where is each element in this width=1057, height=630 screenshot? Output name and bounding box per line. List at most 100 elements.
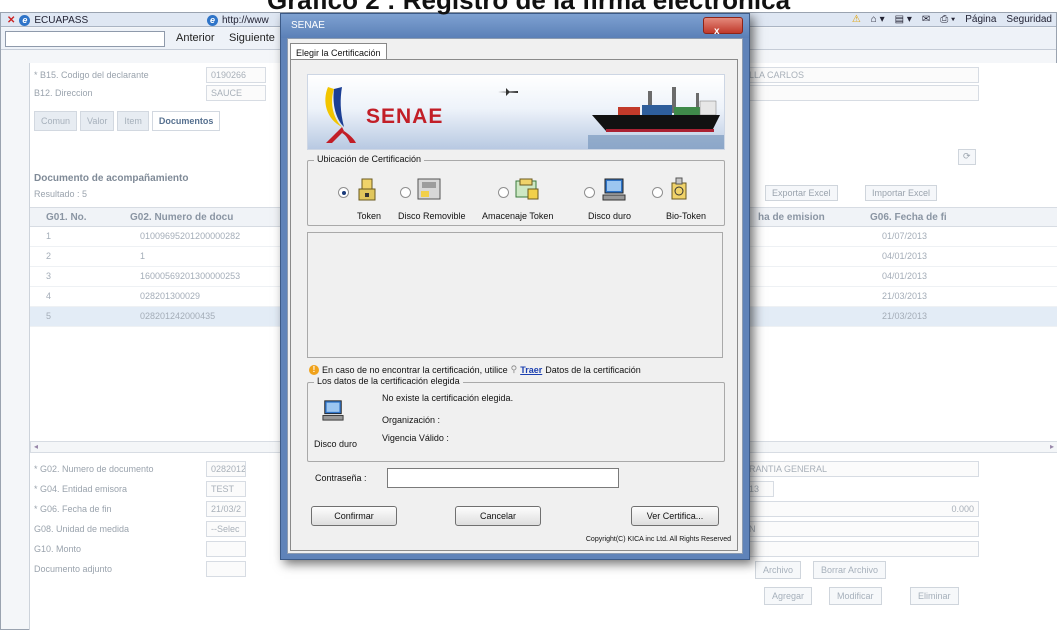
tab-valor[interactable]: Valor	[80, 111, 115, 131]
warning-prefix: En caso de no encontrar la certificación…	[322, 364, 508, 375]
cell-date: 04/01/2013	[882, 251, 928, 261]
option-amacenaje-token[interactable]: Amacenaje Token	[482, 177, 578, 227]
radio-bio-token[interactable]	[652, 187, 663, 198]
declarante-field[interactable]: 0190266	[206, 67, 266, 83]
radio-disco-duro[interactable]	[584, 187, 595, 198]
senae-dialog: SENAE x Elegir la Certificación SENAE Ub…	[280, 13, 750, 560]
agregar-button[interactable]: Agregar	[764, 587, 813, 605]
datos-legend: Los datos de la certificación elegida	[314, 376, 463, 386]
screenshot-root: Gráfico 2 : Registro de la firma electró…	[0, 0, 1057, 630]
computer-icon	[322, 400, 344, 421]
cell-date: 01/07/2013	[882, 231, 928, 241]
cell-doc: 028201300029	[140, 291, 201, 301]
browser-tab-ecuapass-label: ECUAPASS	[34, 14, 89, 26]
scroll-left-icon[interactable]: ◂	[34, 442, 38, 451]
radio-token[interactable]	[338, 187, 349, 198]
figure-caption: Gráfico 2 : Registro de la firma electró…	[0, 0, 1057, 15]
ie-logo-icon: e	[19, 14, 31, 26]
cell-no: 3	[46, 271, 52, 281]
bio-token-icon	[671, 177, 687, 200]
detail-label: G10. Monto	[34, 544, 82, 554]
find-previous-button[interactable]: Anterior	[176, 32, 215, 44]
import-excel-button[interactable]: Importar Excel	[865, 185, 938, 201]
detail-field[interactable]: 0282012	[206, 461, 246, 477]
ubicacion-legend: Ubicación de Certificación	[314, 154, 425, 164]
copyright-text: Copyright(C) KICA inc Ltd. All Rights Re…	[585, 536, 731, 543]
cell-no: 4	[46, 291, 52, 301]
removable-disk-icon	[417, 178, 441, 200]
detail-field-right[interactable]: RANTIA GENERAL	[744, 461, 979, 477]
senae-logo-icon	[325, 87, 356, 143]
cell-date: 21/03/2013	[882, 311, 928, 321]
borrar-archivo-button[interactable]: Borrar Archivo	[813, 561, 887, 579]
tab-item[interactable]: Item	[117, 111, 149, 131]
detail-field[interactable]: TEST	[206, 481, 246, 497]
traer-link[interactable]: Traer	[520, 365, 542, 375]
tab-comun[interactable]: Comun	[34, 111, 78, 131]
find-input[interactable]	[5, 31, 165, 47]
dialog-close-button[interactable]: x	[703, 17, 743, 37]
detail-field-right[interactable]	[744, 541, 979, 557]
option-disco-removible[interactable]: Disco Removible	[398, 177, 488, 227]
password-field[interactable]	[387, 468, 619, 488]
option-token-label: Token	[357, 211, 382, 221]
find-next-button[interactable]: Siguiente	[229, 32, 275, 44]
detail-field[interactable]	[206, 541, 246, 557]
page-subtabs: Comun Valor Item Documentos	[34, 111, 221, 131]
declarante-name-field[interactable]: LLA CARLOS	[744, 67, 979, 83]
radio-amacenaje-token[interactable]	[498, 187, 509, 198]
dialog-titlebar[interactable]: SENAE x	[281, 14, 749, 38]
detail-field-right[interactable]: N	[744, 521, 979, 537]
detail-field[interactable]: 21/03/2	[206, 501, 246, 517]
certificate-list[interactable]	[307, 232, 723, 358]
cancelar-button[interactable]: Cancelar	[455, 506, 541, 526]
radio-disco-removible[interactable]	[400, 187, 411, 198]
cell-date: 21/03/2013	[882, 291, 928, 301]
direccion-label: B12. Direccion	[34, 88, 93, 98]
detail-field[interactable]	[206, 561, 246, 577]
ver-certificado-button[interactable]: Ver Certifica...	[631, 506, 719, 526]
cell-doc: 01009695201200000282	[140, 231, 241, 241]
archivo-button[interactable]: Archivo	[755, 561, 802, 579]
grid-header-fecha[interactable]: G06. Fecha de fi	[870, 212, 947, 223]
refresh-icon[interactable]: ⟳	[958, 149, 976, 165]
senae-banner: SENAE	[307, 74, 725, 150]
token-icon	[358, 178, 376, 201]
close-icon[interactable]: ✕	[7, 15, 15, 26]
result-count: Resultado : 5	[34, 189, 88, 199]
grid-header-no[interactable]: G01. No.	[46, 212, 87, 223]
ie-logo-icon: e	[207, 14, 218, 26]
close-icon: x	[714, 26, 720, 37]
option-disco-duro-label: Disco duro	[588, 211, 632, 221]
option-disco-duro[interactable]: Disco duro	[578, 177, 648, 227]
grid-header-emision[interactable]: ha de emision	[758, 212, 825, 223]
detail-label: * G04. Entidad emisora	[34, 484, 128, 494]
export-excel-button[interactable]: Exportar Excel	[765, 185, 838, 201]
detail-label: * G02. Numero de documento	[34, 464, 154, 474]
warning-line: ! En caso de no encontrar la certificaci…	[309, 364, 641, 375]
option-bio-token-label: Bio-Token	[666, 211, 707, 221]
tab-documentos[interactable]: Documentos	[151, 111, 221, 131]
cargo-ship-icon	[588, 87, 724, 149]
section-title: Documento de acompañamiento	[34, 173, 189, 184]
option-bio-token[interactable]: Bio-Token	[648, 177, 722, 227]
dialog-body: Elegir la Certificación SENAE Ubicación …	[287, 38, 743, 554]
eliminar-button[interactable]: Eliminar	[910, 587, 959, 605]
confirmar-button[interactable]: Confirmar	[311, 506, 397, 526]
cell-no: 1	[46, 231, 52, 241]
scroll-right-icon[interactable]: ▸	[1050, 442, 1054, 451]
dialog-tab-panel: SENAE Ubicación de Certificación Token D…	[290, 59, 738, 551]
cell-no: 5	[46, 311, 52, 321]
option-token[interactable]: Token	[308, 177, 398, 227]
detail-field[interactable]: --Selec	[206, 521, 246, 537]
ubicacion-groupbox: Ubicación de Certificación Token Disco R…	[307, 154, 725, 227]
cell-no: 2	[46, 251, 52, 261]
computer-icon	[602, 178, 626, 201]
grid-header-doc[interactable]: G02. Numero de docu	[130, 212, 233, 223]
direccion-field[interactable]: SAUCE	[206, 85, 266, 101]
detail-field-right[interactable]: 0.000	[744, 501, 979, 517]
direccion-field-right[interactable]	[744, 85, 979, 101]
warning-suffix: Datos de la certificación	[545, 364, 641, 375]
warning-icon: !	[309, 364, 319, 375]
modificar-button[interactable]: Modificar	[829, 587, 882, 605]
